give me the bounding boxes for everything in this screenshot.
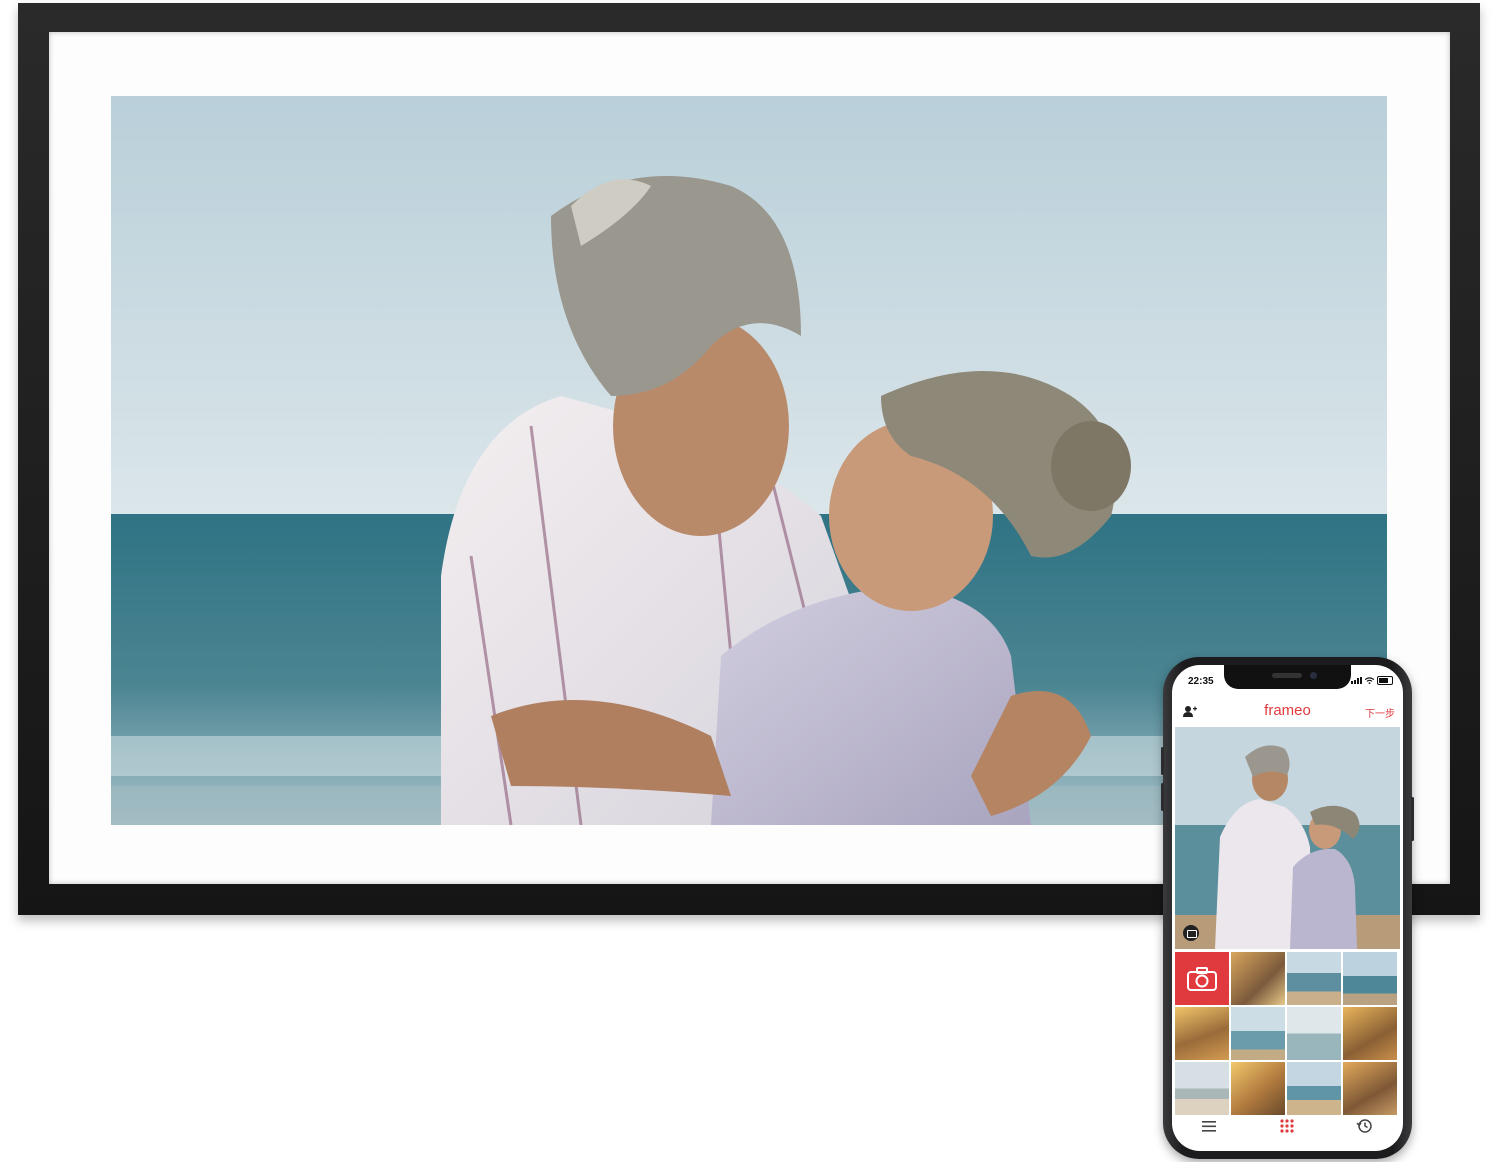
gallery-thumbnail[interactable] xyxy=(1231,952,1285,1005)
next-button[interactable]: 下一步 xyxy=(1365,705,1395,720)
status-time: 22:35 xyxy=(1188,676,1214,687)
selected-photo-preview[interactable] xyxy=(1175,727,1400,949)
volume-button xyxy=(1161,747,1164,775)
album-icon[interactable] xyxy=(1183,925,1199,941)
menu-icon[interactable] xyxy=(1199,1117,1219,1135)
phone-screen: 22:35 frameo 下一步 xyxy=(1172,665,1403,1151)
front-camera xyxy=(1310,672,1317,679)
gallery-thumbnail[interactable] xyxy=(1343,1062,1397,1115)
wifi-icon xyxy=(1365,677,1374,684)
volume-button xyxy=(1161,783,1164,811)
camera-icon xyxy=(1187,966,1217,991)
gallery-thumbnail[interactable] xyxy=(1343,952,1397,1005)
bottom-tab-bar xyxy=(1172,1113,1403,1141)
gallery-thumbnail[interactable] xyxy=(1231,1062,1285,1115)
phone-notch xyxy=(1224,665,1351,689)
gallery-grid-icon[interactable] xyxy=(1277,1117,1297,1135)
history-icon[interactable] xyxy=(1355,1117,1375,1135)
gallery-thumbnail[interactable] xyxy=(1287,1007,1341,1060)
camera-button[interactable] xyxy=(1175,952,1229,1005)
smartphone: 22:35 frameo 下一步 xyxy=(1161,657,1414,1159)
signal-icon xyxy=(1351,677,1362,684)
battery-icon xyxy=(1377,676,1393,685)
gallery-thumbnail[interactable] xyxy=(1175,1007,1229,1060)
power-button xyxy=(1411,797,1414,841)
photo-gallery-grid xyxy=(1175,952,1400,1115)
gallery-thumbnail[interactable] xyxy=(1231,1007,1285,1060)
app-header: frameo 下一步 xyxy=(1172,699,1403,725)
gallery-thumbnail[interactable] xyxy=(1175,1062,1229,1115)
speaker xyxy=(1272,673,1302,678)
gallery-thumbnail[interactable] xyxy=(1287,952,1341,1005)
gallery-thumbnail[interactable] xyxy=(1343,1007,1397,1060)
gallery-thumbnail[interactable] xyxy=(1287,1062,1341,1115)
status-icons xyxy=(1351,676,1393,685)
